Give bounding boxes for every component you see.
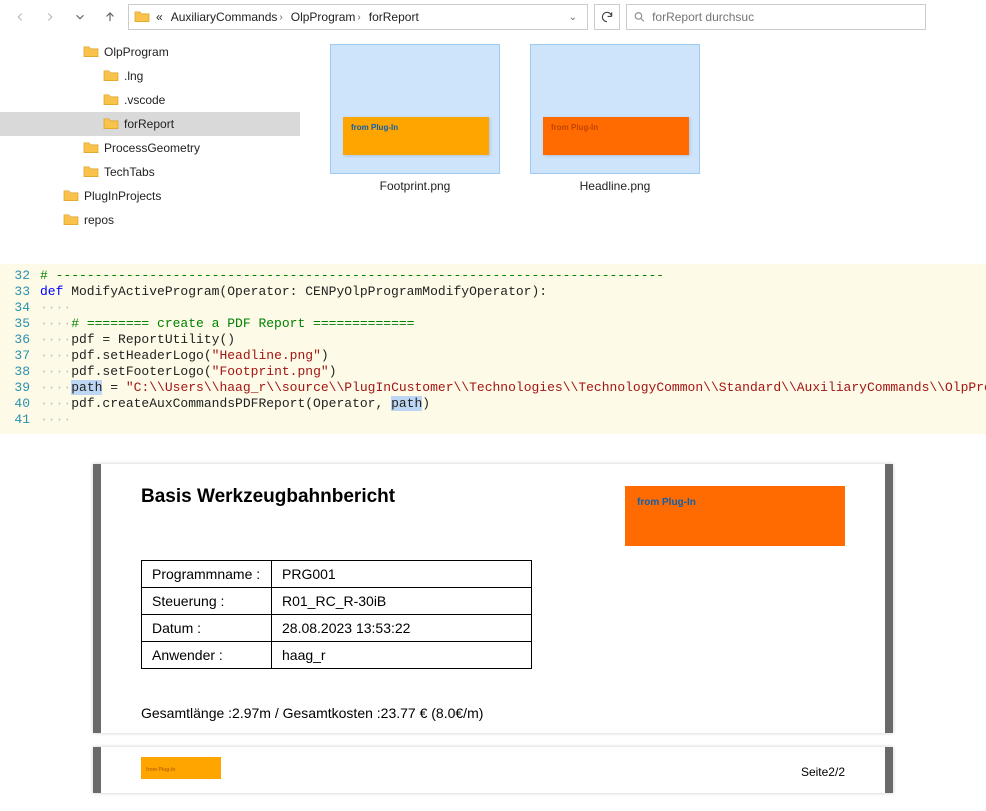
tree-item-label: .vscode <box>124 93 165 107</box>
address-bar[interactable]: « AuxiliaryCommands › OlpProgram › forRe… <box>128 4 588 30</box>
code-keyword: def <box>40 284 63 299</box>
tree-item[interactable]: forReport <box>0 112 300 136</box>
file-thumbnail[interactable]: from Plug-In Footprint.png <box>330 44 500 193</box>
code-text: ) <box>422 396 430 411</box>
crumb-prefix: « <box>153 8 166 26</box>
table-row: Programmname :PRG001 <box>142 561 532 588</box>
chevron-right-icon: › <box>279 12 282 23</box>
nav-up-button[interactable] <box>98 5 122 29</box>
pdf-page-footer: from Plug-In Seite2/2 <box>93 747 893 793</box>
table-row: Anwender :haag_r <box>142 642 532 669</box>
breadcrumb[interactable]: OlpProgram › <box>288 8 364 26</box>
code-text: pdf.setHeaderLogo( <box>71 348 211 363</box>
tree-item[interactable]: .lng <box>0 64 300 88</box>
nav-recent-button[interactable] <box>68 5 92 29</box>
breadcrumb[interactable]: forReport <box>366 8 422 26</box>
tree-item-label: repos <box>84 213 114 227</box>
tree-item[interactable]: .vscode <box>0 88 300 112</box>
tree-item-label: TechTabs <box>104 165 155 179</box>
folder-icon <box>82 44 100 61</box>
code-string: "Headline.png" <box>212 348 321 363</box>
nav-back-button[interactable] <box>8 5 32 29</box>
search-input[interactable] <box>652 10 919 24</box>
folder-icon <box>102 68 120 85</box>
folder-icon <box>62 188 80 205</box>
pdf-page: Basis Werkzeugbahnbericht from Plug-In P… <box>93 464 893 733</box>
tree-item[interactable]: repos <box>0 208 300 232</box>
code-var: path <box>71 380 102 395</box>
folder-icon <box>133 9 151 25</box>
logo-text: from Plug-In <box>637 497 696 508</box>
nav-forward-button[interactable] <box>38 5 62 29</box>
breadcrumb[interactable]: AuxiliaryCommands › <box>168 8 286 26</box>
tree-item[interactable]: PlugInProjects <box>0 184 300 208</box>
file-thumbnail[interactable]: from Plug-In Headline.png <box>530 44 700 193</box>
pdf-page-number: Seite2/2 <box>801 765 845 779</box>
tree-item-label: .lng <box>124 69 143 83</box>
thumbnail-image: from Plug-In <box>330 44 500 174</box>
thumbnail-filename: Footprint.png <box>380 179 451 193</box>
tree-item[interactable]: ProcessGeometry <box>0 136 300 160</box>
folder-content: from Plug-In Footprint.png from Plug-In Hea… <box>300 34 986 244</box>
cell-value: haag_r <box>272 642 532 669</box>
cell-key: Anwender : <box>142 642 272 669</box>
address-dropdown-button[interactable]: ⌄ <box>563 10 583 25</box>
tree-item-label: ProcessGeometry <box>104 141 200 155</box>
tree-item-label: forReport <box>124 117 174 131</box>
folder-icon <box>82 140 100 157</box>
code-editor[interactable]: 32# ------------------------------------… <box>0 264 986 434</box>
explorer-body: OlpProgram .lng .vscode forReport ProcessGeo… <box>0 34 986 244</box>
code-var: path <box>391 396 422 411</box>
tree-item[interactable]: TechTabs <box>0 160 300 184</box>
thumbnail-filename: Headline.png <box>580 179 651 193</box>
cell-key: Programmname : <box>142 561 272 588</box>
pdf-header-logo: from Plug-In <box>625 486 845 546</box>
cell-value: 28.08.2023 13:53:22 <box>272 615 532 642</box>
pdf-footer-logo: from Plug-In <box>141 757 221 779</box>
tree-item-label: PlugInProjects <box>84 189 161 203</box>
code-text: ) <box>321 348 329 363</box>
cell-key: Datum : <box>142 615 272 642</box>
pdf-info-table: Programmname :PRG001Steuerung :R01_RC_R-… <box>141 560 532 669</box>
tree-item-label: OlpProgram <box>104 45 169 59</box>
refresh-button[interactable] <box>594 4 620 30</box>
pdf-preview: Basis Werkzeugbahnbericht from Plug-In P… <box>93 464 893 793</box>
code-comment: # --------------------------------------… <box>40 268 664 283</box>
code-comment: # ======== create a PDF Report =========… <box>71 316 414 331</box>
search-icon <box>633 10 646 24</box>
search-box[interactable] <box>626 4 926 30</box>
table-row: Datum :28.08.2023 13:53:22 <box>142 615 532 642</box>
tree-item[interactable]: OlpProgram <box>0 40 300 64</box>
code-text: pdf.createAuxCommandsPDFReport(Operator, <box>71 396 391 411</box>
code-text: = <box>102 380 125 395</box>
file-explorer: « AuxiliaryCommands › OlpProgram › forRe… <box>0 0 986 244</box>
thumbnail-image: from Plug-In <box>530 44 700 174</box>
code-text: pdf = ReportUtility() <box>71 332 235 347</box>
folder-icon <box>62 212 80 229</box>
cell-key: Steuerung : <box>142 588 272 615</box>
code-text: ) <box>329 364 337 379</box>
folder-icon <box>82 164 100 181</box>
explorer-toolbar: « AuxiliaryCommands › OlpProgram › forRe… <box>0 0 986 34</box>
pdf-summary: Gesamtlänge :2.97m / Gesamtkosten :23.77… <box>141 705 845 721</box>
folder-icon <box>102 92 120 109</box>
folder-icon <box>102 116 120 133</box>
pdf-title: Basis Werkzeugbahnbericht <box>141 486 395 508</box>
code-text: pdf.setFooterLogo( <box>71 364 211 379</box>
code-string: "Footprint.png" <box>212 364 329 379</box>
code-string: "C:\\Users\\haag_r\\source\\PlugInCustom… <box>126 380 986 395</box>
cell-value: PRG001 <box>272 561 532 588</box>
table-row: Steuerung :R01_RC_R-30iB <box>142 588 532 615</box>
code-text: ModifyActiveProgram(Operator: CENPyOlpPr… <box>63 284 547 299</box>
folder-tree: OlpProgram .lng .vscode forReport ProcessGeo… <box>0 34 300 244</box>
logo-text: from Plug-In <box>146 767 175 773</box>
chevron-right-icon: › <box>357 12 360 23</box>
cell-value: R01_RC_R-30iB <box>272 588 532 615</box>
